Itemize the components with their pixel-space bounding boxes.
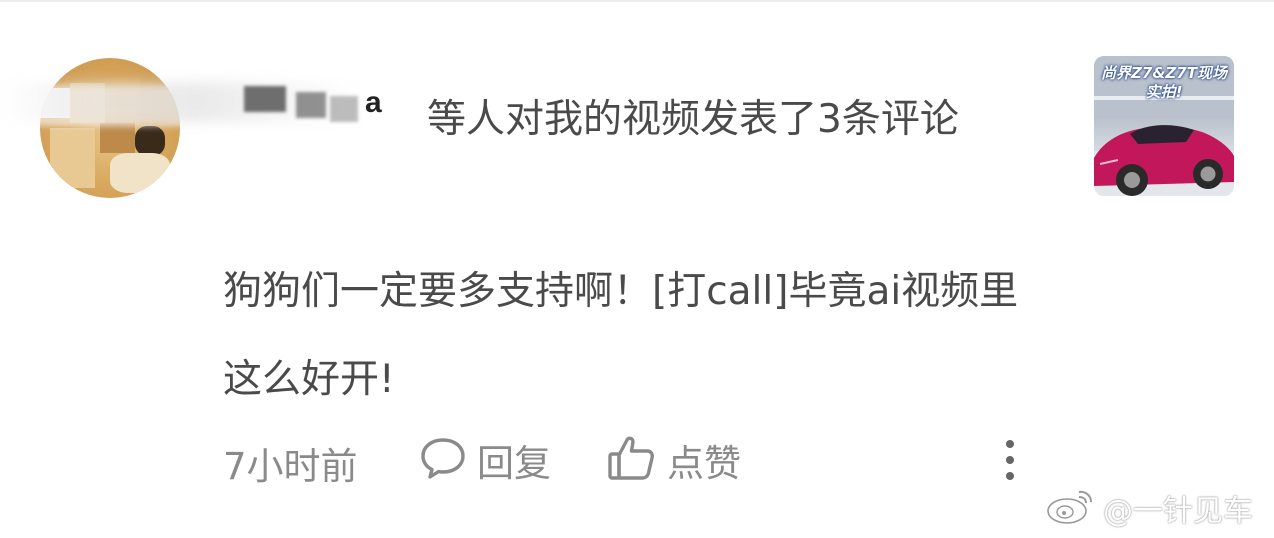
thumbnail-title: 尚界Z7&Z7T现场实拍! xyxy=(1101,64,1227,101)
like-label: 点赞 xyxy=(667,442,741,485)
notification-message: 等人对我的视频发表了3条评论 xyxy=(223,76,1023,164)
comment-bubble-icon xyxy=(419,436,467,484)
like-button[interactable]: 点赞 xyxy=(607,432,741,488)
video-thumbnail[interactable]: 尚界Z7&Z7T现场实拍! xyxy=(1094,56,1234,196)
notification-message-text: 等人对我的视频发表了3条评论 xyxy=(427,97,959,142)
thumbs-up-icon xyxy=(607,434,657,486)
reply-button[interactable]: 回复 xyxy=(419,432,551,488)
reply-label: 回复 xyxy=(477,442,551,485)
comment-text: 狗狗们一定要多支持啊！[打call]毕竟ai视频里这么好开! xyxy=(223,269,1019,402)
watermark: @一针见车 xyxy=(1045,486,1253,530)
watermark-text: @一针见车 xyxy=(1103,494,1253,529)
timestamp: 7小时前 xyxy=(223,445,358,488)
weibo-logo-icon xyxy=(1045,486,1097,530)
more-vertical-icon[interactable] xyxy=(995,436,1025,484)
action-row: 7小时前 回复 点赞 xyxy=(223,432,1043,488)
top-divider xyxy=(0,0,1274,2)
